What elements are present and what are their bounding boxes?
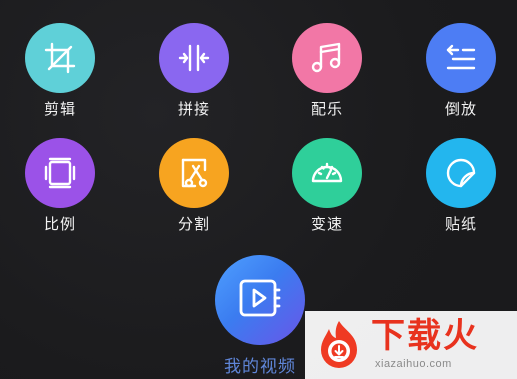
fire-logo-icon xyxy=(311,317,367,373)
tool-music-circle[interactable] xyxy=(292,23,362,93)
tool-merge-label: 拼接 xyxy=(177,101,210,118)
sticker-icon xyxy=(444,156,478,190)
watermark-url: xiazaihuo.com xyxy=(375,358,452,370)
tool-sticker[interactable]: 贴纸 xyxy=(406,120,516,238)
aspect-ratio-icon xyxy=(43,156,77,190)
tool-speed-circle[interactable] xyxy=(292,138,362,208)
tool-crop[interactable]: 剪辑 xyxy=(5,5,115,123)
watermark: 下载火 xiazaihuo.com xyxy=(305,311,517,379)
my-videos-circle[interactable] xyxy=(215,255,305,345)
tool-reverse[interactable]: 倒放 xyxy=(406,5,516,123)
reverse-list-icon xyxy=(444,41,478,75)
my-videos-label: 我的视频 xyxy=(224,357,296,376)
speedometer-icon xyxy=(309,155,345,191)
video-play-icon xyxy=(235,273,285,328)
tool-speed-label: 变速 xyxy=(310,216,343,233)
tool-music[interactable]: 配乐 xyxy=(272,5,382,123)
tools-screen: 剪辑 拼接 配乐 倒放 比例 分割 变速 贴纸 我的视频 下载火 xiazaih… xyxy=(0,0,517,379)
tool-merge-circle[interactable] xyxy=(159,23,229,93)
tool-split-circle[interactable] xyxy=(159,138,229,208)
tool-sticker-label: 贴纸 xyxy=(444,216,477,233)
split-scissors-icon xyxy=(177,156,211,190)
crop-icon xyxy=(43,41,77,75)
tool-crop-label: 剪辑 xyxy=(43,101,76,118)
tool-split-label: 分割 xyxy=(177,216,210,233)
tool-crop-circle[interactable] xyxy=(25,23,95,93)
tool-reverse-label: 倒放 xyxy=(444,101,477,118)
merge-icon xyxy=(177,41,211,75)
tool-ratio[interactable]: 比例 xyxy=(5,120,115,238)
tool-speed[interactable]: 变速 xyxy=(272,120,382,238)
tool-grid: 剪辑 拼接 配乐 倒放 比例 分割 变速 贴纸 xyxy=(0,0,517,250)
tool-sticker-circle[interactable] xyxy=(426,138,496,208)
tool-music-label: 配乐 xyxy=(310,101,343,118)
tool-ratio-circle[interactable] xyxy=(25,138,95,208)
my-videos[interactable]: 我的视频 xyxy=(200,248,320,379)
watermark-title: 下载火 xyxy=(371,316,479,356)
tool-merge[interactable]: 拼接 xyxy=(139,5,249,123)
tool-split[interactable]: 分割 xyxy=(139,120,249,238)
tool-ratio-label: 比例 xyxy=(43,216,76,233)
music-note-icon xyxy=(310,41,344,75)
tool-reverse-circle[interactable] xyxy=(426,23,496,93)
